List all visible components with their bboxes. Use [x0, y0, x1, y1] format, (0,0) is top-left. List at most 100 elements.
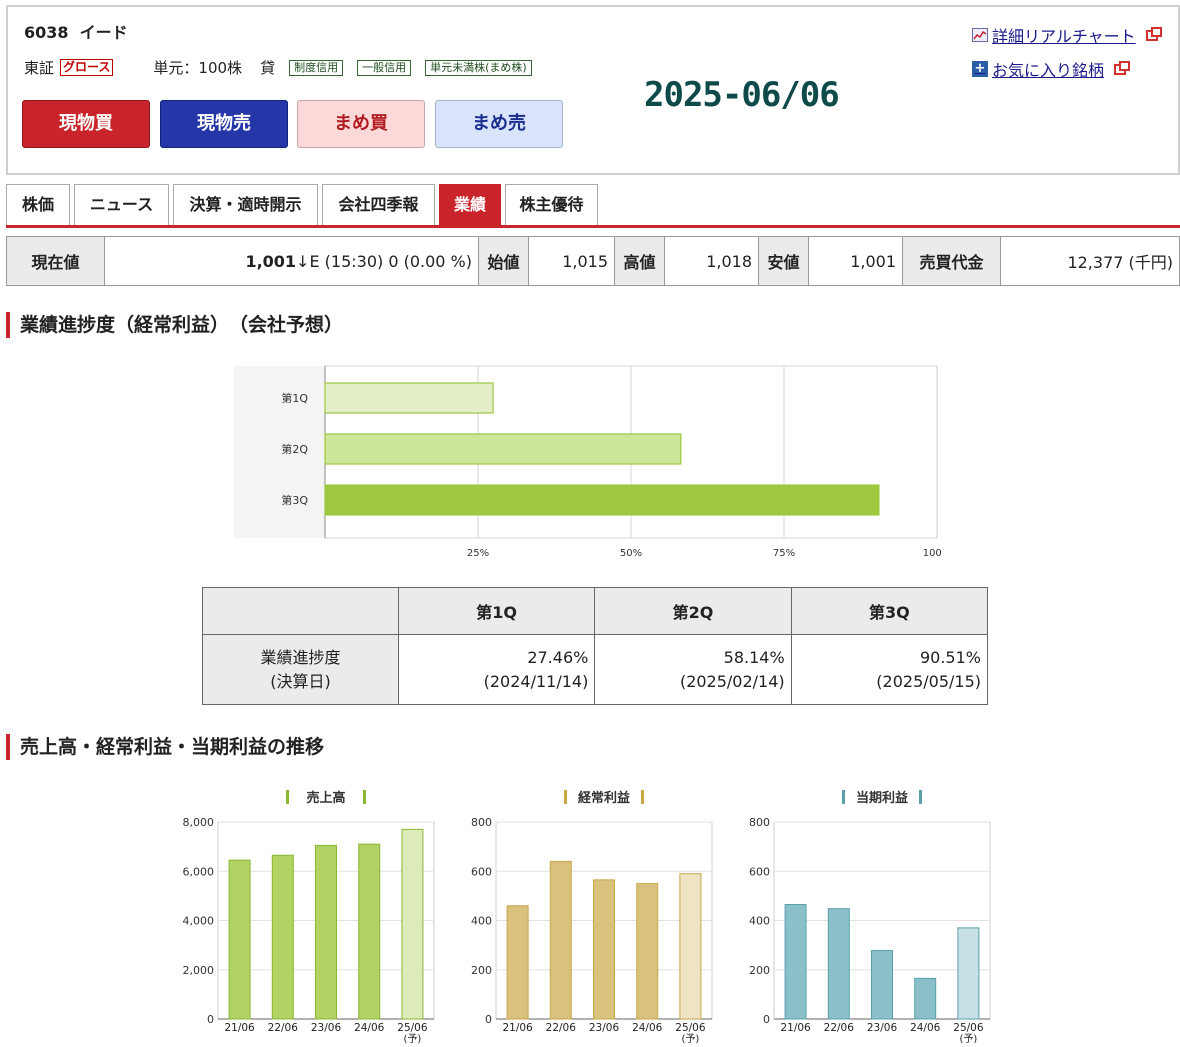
y-category-label: 第3Q: [281, 493, 308, 507]
title-accent-bar: [641, 790, 644, 804]
progress-table-corner: [202, 587, 399, 635]
forecast-label: (予): [681, 1033, 699, 1045]
y-category-label: 第1Q: [281, 391, 308, 405]
progress-value: 58.14%: [723, 647, 785, 667]
progress-date: (2025/02/14): [679, 671, 785, 691]
x-tick-label: 21/06: [502, 1022, 533, 1034]
x-tick-label: 22/06: [824, 1022, 855, 1034]
forecast-label: (予): [959, 1033, 977, 1045]
progress-value: 90.51%: [919, 647, 981, 667]
y-tick-label: 2,000: [183, 964, 215, 977]
progress-cell-q3: 90.51% (2025/05/15): [790, 634, 989, 705]
tag-seido-shinyo: 制度信用: [289, 59, 344, 76]
x-tick-label: 21/06: [224, 1022, 255, 1034]
current-price: 1,001: [245, 251, 297, 271]
title-accent-bar: [919, 790, 922, 804]
data-bar: [914, 977, 937, 1020]
x-tick-label: 25/06: [397, 1022, 428, 1034]
title-accent-bar: [363, 790, 366, 804]
y-tick-label: 0: [485, 1013, 492, 1026]
progress-bar: [324, 382, 494, 414]
progress-header-q3: 第3Q: [790, 587, 989, 635]
favorite-label[interactable]: お気に入り銘柄: [992, 57, 1104, 81]
title-accent-bar: [842, 790, 845, 804]
chart-icon: [972, 28, 988, 42]
price-table: 現在値 1,001↓E (15:30) 0 (0.00 %) 始値 1,015 …: [6, 236, 1180, 286]
tab-news[interactable]: ニュース: [74, 184, 169, 225]
x-tick-label: 25%: [467, 548, 489, 559]
realtime-chart-link[interactable]: 詳細リアルチャート: [972, 23, 1162, 47]
date-stamp: 2025-06/06: [644, 75, 840, 115]
stock-title: 6038 イード: [24, 19, 128, 43]
mame-buy-button[interactable]: まめ買: [297, 100, 425, 148]
data-bar: [827, 908, 850, 1020]
favorite-link[interactable]: + お気に入り銘柄: [972, 57, 1131, 81]
x-tick-label: 24/06: [632, 1022, 663, 1034]
trend-section-title: 売上高・経常利益・当期利益の推移: [6, 734, 324, 760]
x-tick-label: 22/06: [546, 1022, 577, 1034]
data-bar: [871, 950, 893, 1020]
x-tick-label: 25/06: [675, 1022, 706, 1034]
y-tick-label: 6,000: [183, 865, 215, 878]
y-tick-label: 0: [763, 1013, 770, 1026]
x-tick-label: 25/06: [953, 1022, 984, 1034]
x-tick-label: 75%: [773, 548, 795, 559]
tab-bar: 株価 ニュース 決算・適時開示 会社四季報 業績 株主優待: [6, 184, 1180, 228]
y-tick-label: 4,000: [183, 915, 215, 928]
stock-code: 6038: [24, 23, 69, 42]
progress-cell-q2: 58.14% (2025/02/14): [594, 634, 792, 705]
external-window-icon[interactable]: [1114, 60, 1131, 75]
y-tick-label: 0: [207, 1013, 214, 1026]
data-bar: [593, 879, 615, 1020]
x-tick-label: 24/06: [910, 1022, 941, 1034]
tab-disclosure[interactable]: 決算・適時開示: [173, 184, 318, 225]
stock-name: イード: [79, 23, 128, 42]
sales-bar-chart: 売上高 0 2,000 4,000 6,000 8,000 21/06 22/06 23/06 2…: [183, 790, 435, 1045]
kashi-label: 貸: [260, 59, 276, 77]
progress-table: 第1Q 第2Q 第3Q 業績進捗度 (決算日) 27.46% (2024/11/1…: [202, 587, 989, 705]
low-label: 安値: [758, 236, 809, 286]
progress-row-label-sub: (決算日): [270, 671, 331, 691]
mame-sell-button[interactable]: まめ売: [435, 100, 563, 148]
data-bar: [358, 843, 381, 1020]
current-price-label: 現在値: [6, 236, 105, 286]
tag-mamekabu: 単元未満株(まめ株): [425, 59, 532, 76]
x-tick-label: 22/06: [268, 1022, 299, 1034]
market-label: 東証: [24, 59, 55, 77]
chart-title: 売上高: [306, 790, 345, 806]
net-profit-bar-chart: 当期利益 0 200 400 600 800 21/06 22/06 23/06 24/06 25/…: [749, 790, 991, 1045]
x-tick-label: 50%: [620, 548, 642, 559]
x-tick-label: 100%: [923, 548, 942, 559]
forecast-label: (予): [403, 1033, 421, 1045]
ordinary-profit-bar-chart: 経常利益 0 200 400 600 800 21/06 22/06 23/06 24/06 25/…: [471, 790, 713, 1045]
progress-section-title: 業績進捗度（経常利益） （会社予想）: [6, 312, 343, 338]
x-tick-label: 23/06: [867, 1022, 898, 1034]
data-bar: [549, 860, 572, 1020]
realtime-chart-label[interactable]: 詳細リアルチャート: [992, 23, 1136, 47]
progress-row-label: 業績進捗度 (決算日): [202, 634, 399, 705]
y-tick-label: 400: [749, 915, 770, 928]
down-arrow-icon: ↓: [296, 251, 310, 271]
data-bar: [228, 859, 251, 1020]
y-tick-label: 600: [749, 865, 770, 878]
progress-cell-q1: 27.46% (2024/11/14): [397, 634, 596, 705]
tab-stock-price[interactable]: 株価: [6, 184, 70, 225]
tab-yutai[interactable]: 株主優待: [505, 184, 598, 225]
spot-sell-button[interactable]: 現物売: [160, 100, 288, 148]
spot-buy-button[interactable]: 現物買: [22, 100, 150, 148]
data-bar: [401, 828, 424, 1020]
data-bar: [315, 844, 337, 1020]
progress-bar: [324, 433, 682, 465]
current-price-detail: E (15:30) 0 (0.00 %): [309, 251, 472, 271]
external-window-icon[interactable]: [1145, 26, 1162, 41]
x-tick-label: 23/06: [589, 1022, 620, 1034]
volume-label: 売買代金: [902, 236, 1001, 286]
tab-shikiho[interactable]: 会社四季報: [322, 184, 435, 225]
x-tick-label: 24/06: [354, 1022, 385, 1034]
plus-icon: +: [972, 61, 988, 77]
progress-date: (2025/05/15): [876, 671, 981, 691]
y-tick-label: 800: [749, 816, 770, 829]
progress-bar: [324, 484, 880, 516]
tab-performance[interactable]: 業績: [439, 184, 501, 225]
unit-label: 単元：100株: [153, 59, 243, 77]
